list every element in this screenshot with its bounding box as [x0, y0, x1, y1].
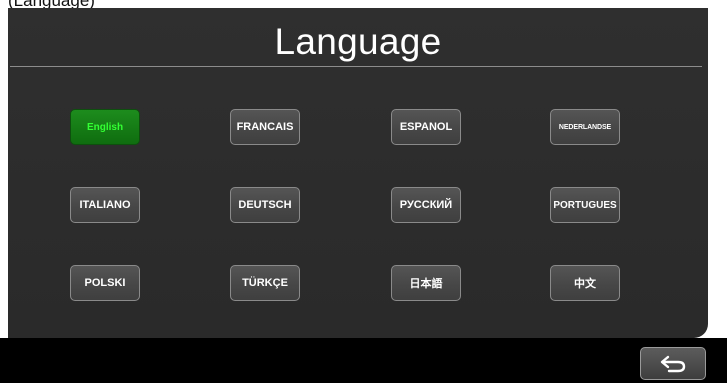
language-option-polski[interactable]: POLSKI	[70, 265, 140, 301]
language-option-francais[interactable]: FRANCAIS	[230, 109, 300, 145]
language-option-chinese[interactable]: 中文	[550, 265, 620, 301]
language-option-deutsch[interactable]: DEUTSCH	[230, 187, 300, 223]
bottom-bar	[0, 338, 727, 383]
language-option-english[interactable]: English	[70, 109, 140, 145]
language-option-japanese[interactable]: 日本語	[391, 265, 461, 301]
language-option-russian[interactable]: РУССКИЙ	[391, 187, 461, 223]
language-option-nederlandse[interactable]: NEDERLANDSE	[550, 109, 620, 145]
language-panel: Language English FRANCAIS ESPANOL NEDERL…	[8, 8, 708, 338]
language-option-portugues[interactable]: PORTUGUES	[550, 187, 620, 223]
back-button[interactable]	[640, 347, 706, 380]
language-option-turkce[interactable]: TÜRKÇE	[230, 265, 300, 301]
language-option-espanol[interactable]: ESPANOL	[391, 109, 461, 145]
title-divider	[10, 66, 702, 67]
return-arrow-icon	[658, 354, 688, 374]
page-title: Language	[274, 21, 442, 62]
language-option-italiano[interactable]: ITALIANO	[70, 187, 140, 223]
